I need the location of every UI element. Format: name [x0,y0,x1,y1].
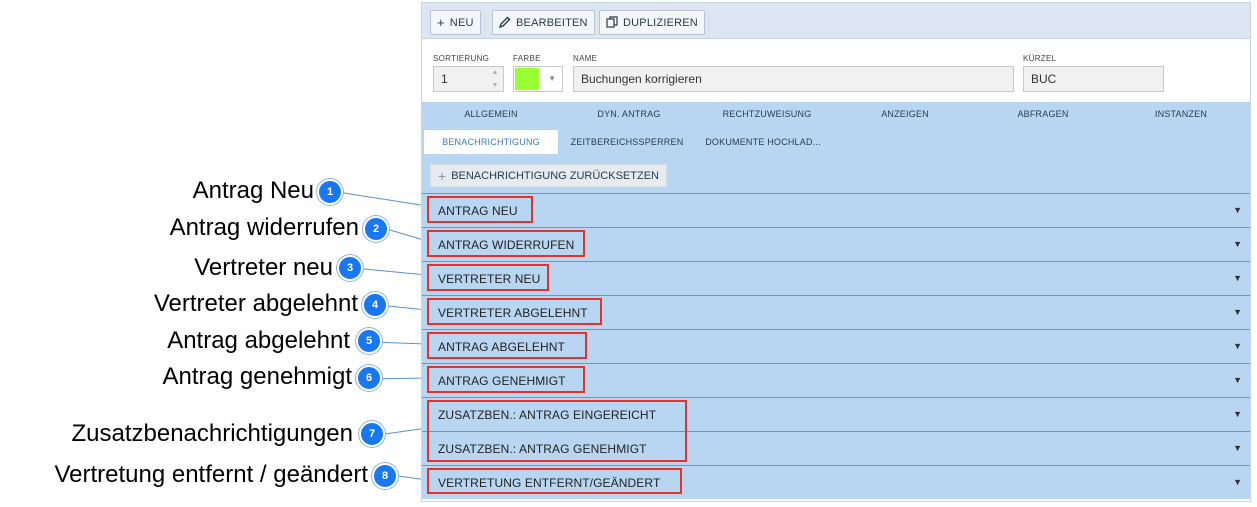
highlight-antrag-widerrufen [427,230,585,257]
callout-badge-4: 4 [362,292,388,318]
tab-rechtzuweisung[interactable]: RECHTZUWEISUNG [698,102,836,126]
tab-allgemein[interactable]: ALLGEMEIN [422,102,560,126]
callout-label-3: Vertreter neu [194,254,333,281]
callout-label-5: Antrag abgelehnt [167,327,350,354]
tab-bar: ALLGEMEIN DYN. ANTRAG RECHTZUWEISUNG ANZ… [422,102,1250,158]
caret-down-icon[interactable]: ▼ [1233,307,1242,317]
callout-label-6: Antrag genehmigt [162,363,352,390]
sort-value: 1 [441,72,448,86]
caret-down-icon[interactable]: ▼ [1233,375,1242,385]
highlight-antrag-neu [427,196,533,223]
caret-down-icon[interactable]: ▼ [1233,273,1242,283]
callout-label-4: Vertreter abgelehnt [153,290,358,317]
highlight-antrag-abgelehnt [427,332,587,359]
pencil-icon [498,16,511,30]
section-antrag-neu[interactable]: ANTRAG NEU ▼ [422,193,1250,227]
name-label: NAME [573,54,598,63]
highlight-vertreter-abgelehnt [427,298,602,325]
name-input[interactable]: Buchungen korrigieren [573,66,1014,92]
callout-badge-3: 3 [337,255,363,281]
short-input[interactable]: BUC [1023,66,1164,92]
caret-down-icon[interactable]: ▼ [1233,239,1242,249]
tab-dyn-antrag[interactable]: DYN. ANTRAG [560,102,698,126]
new-button-label: NEU [449,16,474,29]
caret-down-icon[interactable]: ▼ [1233,341,1242,351]
callout-label-2: Antrag widerrufen [169,214,359,241]
caret-down-icon[interactable]: ▼ [1233,477,1242,487]
sort-stepper[interactable]: ▲ ▼ [488,69,502,89]
highlight-antrag-genehmigt [427,366,585,393]
reset-notification-button[interactable]: + BENACHRICHTIGUNG ZURÜCKSETZEN [430,164,667,187]
chevron-down-icon: ▼ [548,74,556,83]
tab-zeitbereichssperren[interactable]: ZEITBEREICHSSPERREN [560,130,694,154]
sort-label: SORTIERUNG [433,54,490,63]
color-label: FARBE [513,54,541,63]
name-value: Buchungen korrigieren [581,72,702,86]
plus-icon: + [438,167,447,184]
callout-badge-5: 5 [356,328,382,354]
caret-down-icon[interactable]: ▼ [1233,443,1242,453]
tab-dokumente-hochladen[interactable]: DOKUMENTE HOCHLAD... [696,130,830,154]
highlight-vertreter-neu [427,264,549,291]
highlight-vertretung-entfernt [427,468,682,494]
callout-badge-7: 7 [359,421,385,447]
color-swatch [515,68,539,90]
header-fields: SORTIERUNG 1 ▲ ▼ FARBE ▼ NAME Buchungen k… [422,40,1250,102]
new-button[interactable]: + NEU [430,10,481,35]
toolbar: + NEU BEARBEITEN DUPLIZIEREN [422,3,1250,39]
color-select[interactable]: ▼ [513,66,563,92]
sort-input[interactable]: 1 ▲ ▼ [433,66,504,92]
short-label: KÜRZEL [1023,54,1057,63]
duplicate-button[interactable]: DUPLIZIEREN [599,10,705,35]
plus-icon: + [437,15,445,30]
edit-button-label: BEARBEITEN [516,16,588,29]
callout-badge-6: 6 [356,365,382,391]
callout-badge-2: 2 [363,216,389,242]
callout-label-1: Antrag Neu [192,177,314,204]
duplicate-button-label: DUPLIZIEREN [623,16,698,29]
callout-badge-1: 1 [317,179,343,205]
tab-anzeigen[interactable]: ANZEIGEN [836,102,974,126]
highlight-zusatzbenachrichtigungen [427,400,687,462]
action-row: + BENACHRICHTIGUNG ZURÜCKSETZEN [422,158,1250,193]
tab-benachrichtigung[interactable]: BENACHRICHTIGUNG [424,130,558,154]
callout-badge-8: 8 [372,463,398,489]
copy-icon [606,15,618,30]
tab-instanzen[interactable]: INSTANZEN [1112,102,1250,126]
caret-down-icon[interactable]: ▼ [1233,205,1242,215]
reset-notification-label: BENACHRICHTIGUNG ZURÜCKSETZEN [451,169,659,182]
callout-label-7: Zusatzbenachrichtigungen [71,420,353,447]
short-value: BUC [1031,72,1057,86]
tab-abfragen[interactable]: ABFRAGEN [974,102,1112,126]
caret-down-icon[interactable]: ▼ [1233,409,1242,419]
callout-label-8: Vertretung entfernt / geändert [54,461,368,488]
notification-settings-panel: + NEU BEARBEITEN DUPLIZIEREN SORTIERUNG … [421,2,1251,502]
edit-button[interactable]: BEARBEITEN [492,10,595,35]
